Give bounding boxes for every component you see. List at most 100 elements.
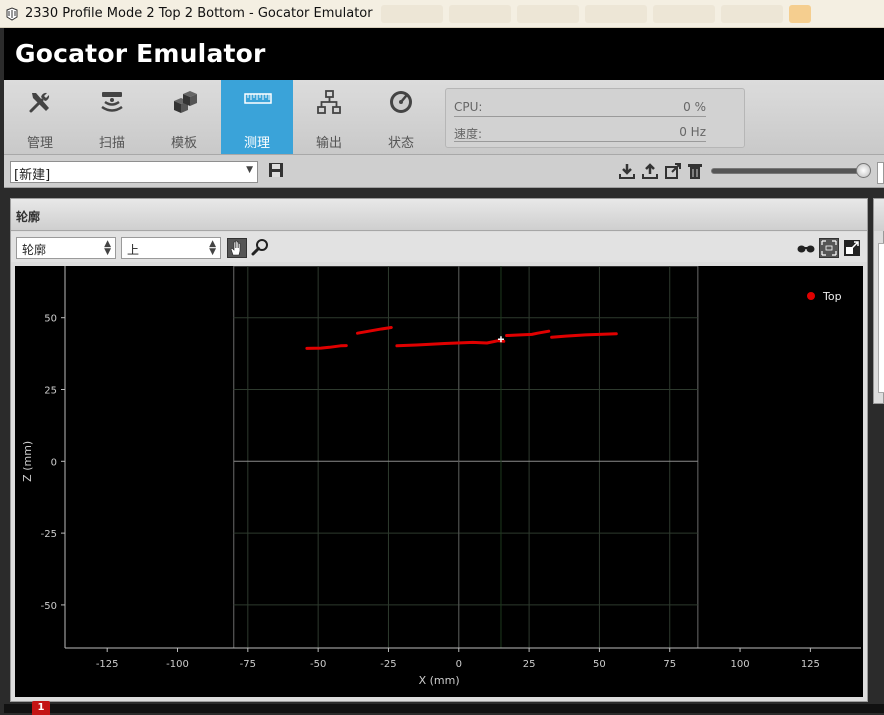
side-select-value: 上 [127, 243, 140, 257]
speed-label: 速度: [454, 127, 483, 141]
browser-tabs [380, 4, 884, 23]
gauge-icon [390, 91, 412, 113]
x-tick-label: 50 [593, 659, 606, 670]
slider-track [711, 168, 863, 174]
panel-header: 轮廓 [11, 199, 867, 231]
slider-handle[interactable] [856, 163, 871, 178]
side-panel-content [878, 243, 884, 393]
profile-segment [395, 339, 506, 348]
nav-measure[interactable]: 测理 [221, 80, 293, 154]
background-tab[interactable] [720, 4, 783, 23]
profile-segment [305, 344, 348, 350]
ruler-icon [244, 93, 272, 104]
x-tick-label: 25 [523, 659, 536, 670]
network-icon [317, 90, 341, 114]
x-tick-label: -100 [166, 659, 189, 670]
profile-chart[interactable]: -125 -100 -75 -50 -25 0 25 50 75 100 125 50 25 0 -25 -5… [15, 265, 863, 697]
nav-output[interactable]: 输出 [293, 80, 365, 154]
background-tab[interactable] [380, 4, 443, 23]
zoom-slider[interactable] [711, 163, 871, 178]
save-icon[interactable] [268, 162, 284, 178]
side-select[interactable]: 上 ▲ ▼ [121, 237, 221, 259]
nav-label: 输出 [315, 136, 342, 151]
maximize-icon[interactable] [843, 239, 861, 257]
updown-arrows-icon: ▲ ▼ [209, 239, 216, 257]
hand-icon [230, 240, 241, 256]
window-title: 2330 Profile Mode 2 Top 2 Bottom - Gocat… [25, 6, 373, 21]
measurement-region [233, 265, 699, 649]
nav-label: 测理 [243, 136, 270, 151]
view-select[interactable]: 轮廓 ▲ ▼ [16, 237, 116, 259]
system-stats-panel: CPU: 0 % 速度: 0 Hz [445, 88, 745, 148]
nav-scan[interactable]: 扫描 [76, 80, 148, 154]
main-toolbar: 管理 扫描 模板 测理 输出 状态 CPU: 0 % 速度: 0 Hz [4, 80, 884, 155]
side-panel-edge [873, 198, 884, 404]
nav-model[interactable]: 模板 [148, 80, 220, 154]
window-titlebar: 2330 Profile Mode 2 Top 2 Bottom - Gocat… [0, 0, 884, 28]
y-tick-label: 25 [44, 386, 57, 397]
taskbar-strip [4, 704, 884, 713]
app-brand: Gocator Emulator [15, 39, 266, 68]
y-tick-label: 0 [51, 457, 57, 468]
background-tab[interactable] [516, 4, 579, 23]
y-tick-label: -50 [41, 601, 57, 612]
panel-toolbar: 轮廓 ▲ ▼ 上 ▲ ▼ [11, 232, 867, 262]
background-tab[interactable] [652, 4, 715, 23]
nav-label: 模板 [170, 136, 197, 151]
x-tick-label: 0 [456, 659, 462, 670]
background-tab[interactable] [788, 4, 811, 23]
fit-view-icon[interactable] [819, 238, 839, 258]
download-icon[interactable] [618, 162, 636, 180]
glasses-icon[interactable] [797, 242, 815, 254]
nav-status[interactable]: 状态 [365, 80, 437, 154]
job-select-value: [新建] [14, 168, 51, 183]
profile-segment [356, 326, 393, 335]
view-tools [797, 238, 861, 258]
export-icon[interactable] [664, 162, 682, 180]
cpu-label: CPU: [454, 100, 483, 114]
updown-arrows-icon: ▲ ▼ [104, 239, 111, 257]
y-tick-label: 50 [44, 314, 57, 325]
job-actions [618, 162, 703, 180]
speed-stat: 速度: 0 Hz [454, 122, 706, 142]
tools-icon [29, 92, 50, 113]
x-tick-label: -25 [380, 659, 396, 670]
y-axis-label: Z (mm) [21, 441, 34, 482]
chevron-down-icon: ▼ [246, 165, 253, 175]
scan-icon [101, 92, 123, 112]
nav-label: 管理 [26, 136, 53, 151]
trash-icon[interactable] [687, 162, 703, 180]
gocator-app-icon [6, 6, 18, 21]
profile-segment [550, 332, 618, 339]
job-toolbar: [新建] ▼ [4, 155, 884, 188]
profile-segment [505, 329, 551, 337]
panel-title: 轮廓 [16, 210, 41, 224]
truncated-input[interactable] [877, 162, 884, 184]
profile-plot[interactable]: -125 -100 -75 -50 -25 0 25 50 75 100 125 50 25 0 -25 -5… [15, 265, 863, 697]
x-axis-label: X (mm) [419, 674, 460, 687]
y-tick-label: -25 [41, 529, 57, 540]
side-panel-header [874, 199, 884, 231]
x-tick-label: -50 [310, 659, 326, 670]
profile-panel: 轮廓 轮廓 ▲ ▼ 上 ▲ ▼ -125 -100 -75 -50 -25 0 … [10, 198, 868, 702]
model-icon [174, 91, 197, 113]
zoom-tool-icon[interactable] [251, 238, 269, 256]
x-tick-label: 125 [801, 659, 820, 670]
speed-value: 0 Hz [679, 125, 706, 139]
pan-tool-button[interactable] [227, 238, 247, 258]
nav-label: 状态 [387, 136, 414, 151]
cpu-value: 0 % [683, 100, 706, 114]
app-header: Gocator Emulator [4, 28, 884, 80]
cpu-stat: CPU: 0 % [454, 97, 706, 117]
nav-manage[interactable]: 管理 [4, 80, 76, 154]
background-tab[interactable] [448, 4, 511, 23]
background-tab[interactable] [584, 4, 647, 23]
legend-label: Top [822, 290, 842, 303]
x-tick-label: -125 [96, 659, 119, 670]
x-tick-label: 75 [663, 659, 676, 670]
upload-icon[interactable] [641, 162, 659, 180]
x-tick-label: -75 [240, 659, 256, 670]
view-select-value: 轮廓 [22, 243, 47, 257]
x-tick-label: 100 [731, 659, 750, 670]
job-select[interactable]: [新建] ▼ [10, 161, 258, 183]
